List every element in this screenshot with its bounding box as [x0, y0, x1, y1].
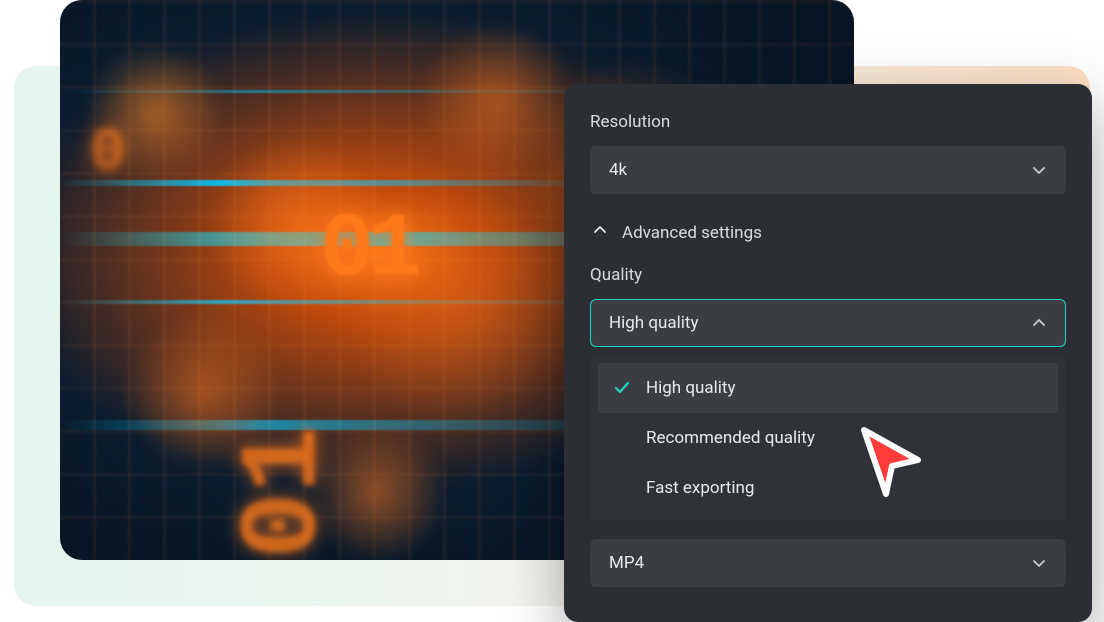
format-value: MP4 [609, 553, 644, 573]
export-settings-panel: Resolution 4k Advanced settings Quality … [564, 84, 1092, 622]
check-icon [612, 479, 632, 497]
resolution-value: 4k [609, 160, 627, 180]
check-icon [612, 429, 632, 447]
chevron-down-icon [1031, 162, 1047, 178]
chevron-up-icon [592, 222, 608, 243]
option-label: Fast exporting [646, 478, 754, 498]
chevron-down-icon [1031, 555, 1047, 571]
resolution-select[interactable]: 4k [590, 146, 1066, 194]
quality-dropdown: High quality Recommended quality Fast ex… [590, 355, 1066, 521]
option-label: Recommended quality [646, 428, 815, 448]
quality-option-high[interactable]: High quality [598, 363, 1058, 413]
quality-select[interactable]: High quality [590, 299, 1066, 347]
quality-option-fast[interactable]: Fast exporting [598, 463, 1058, 513]
chevron-up-icon [1031, 315, 1047, 331]
check-icon [612, 379, 632, 397]
resolution-label: Resolution [590, 112, 1066, 132]
quality-option-recommended[interactable]: Recommended quality [598, 413, 1058, 463]
quality-value: High quality [609, 313, 699, 333]
advanced-settings-label: Advanced settings [622, 223, 762, 243]
format-select[interactable]: MP4 [590, 539, 1066, 587]
option-label: High quality [646, 378, 736, 398]
advanced-settings-toggle[interactable]: Advanced settings [590, 216, 1066, 265]
quality-label: Quality [590, 265, 1066, 285]
